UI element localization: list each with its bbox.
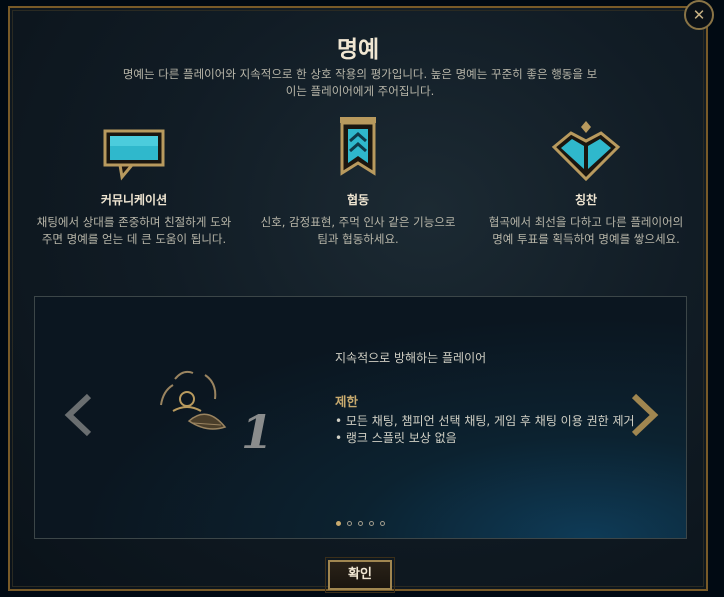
- page-dot[interactable]: [380, 521, 385, 526]
- page-dot[interactable]: [369, 521, 374, 526]
- feature-praise: 칭찬 협곡에서 최선을 다하고 다른 플레이어의 명예 투표를 획득하여 명예를…: [486, 113, 686, 248]
- tier-label: 지속적으로 방해하는 플레이어: [335, 351, 487, 365]
- speech-bubble-icon: [34, 113, 234, 181]
- restriction-title: 제한: [335, 394, 359, 409]
- feature-desc: 채팅에서 상대를 존중하며 친절하게 도와주면 명예를 얻는 데 큰 도움이 됩…: [36, 215, 232, 246]
- next-button[interactable]: [628, 392, 662, 442]
- honor-level-emblem-icon: [153, 365, 233, 449]
- heart-crest-icon: [486, 113, 686, 181]
- feature-name: 칭찬: [574, 193, 598, 207]
- restriction-list: • 모든 채팅, 챔피언 선택 채팅, 게임 후 채팅 이용 권한 제거 • 랭…: [335, 413, 635, 447]
- feature-name: 협동: [346, 193, 370, 207]
- feature-teamwork: 협동 신호, 감정표현, 주먹 인사 같은 기능으로 팀과 협동하세요.: [258, 113, 458, 248]
- feature-communication: 커뮤니케이션 채팅에서 상대를 존중하며 친절하게 도와주면 명예를 얻는 데 …: [34, 113, 234, 248]
- honor-level-carousel: 1 지속적으로 방해하는 플레이어 제한 • 모든 채팅, 챔피언 선택 채팅,…: [34, 296, 687, 539]
- page-dot[interactable]: [336, 521, 341, 526]
- page-dot[interactable]: [347, 521, 352, 526]
- close-button[interactable]: ✕: [684, 0, 714, 30]
- chevron-right-icon: [631, 393, 659, 437]
- confirm-button[interactable]: 확인: [325, 557, 395, 593]
- feature-desc: 협곡에서 최선을 다하고 다른 플레이어의 명예 투표를 획득하여 명예를 쌓으…: [488, 215, 684, 246]
- page-dot[interactable]: [358, 521, 363, 526]
- modal-subtitle: 명예는 다른 플레이어와 지속적으로 한 상호 작용의 평가입니다. 높은 명예…: [122, 67, 598, 98]
- feature-desc: 신호, 감정표현, 주먹 인사 같은 기능으로 팀과 협동하세요.: [260, 215, 456, 246]
- feature-name: 커뮤니케이션: [100, 193, 168, 207]
- honor-modal: ✕ 명예 명예는 다른 플레이어와 지속적으로 한 상호 작용의 평가입니다. …: [8, 0, 714, 593]
- restriction-item: • 랭크 스플릿 보상 없음: [335, 431, 457, 445]
- restriction-item: • 모든 채팅, 챔피언 선택 채팅, 게임 후 채팅 이용 권한 제거: [335, 414, 635, 428]
- modal-title: 명예: [336, 37, 380, 63]
- banner-icon: [258, 113, 458, 181]
- chevron-left-icon: [64, 393, 92, 437]
- prev-button[interactable]: [61, 392, 95, 442]
- carousel-pagination: [35, 521, 686, 526]
- close-icon: ✕: [692, 5, 706, 24]
- honor-level-number: 1: [241, 405, 274, 459]
